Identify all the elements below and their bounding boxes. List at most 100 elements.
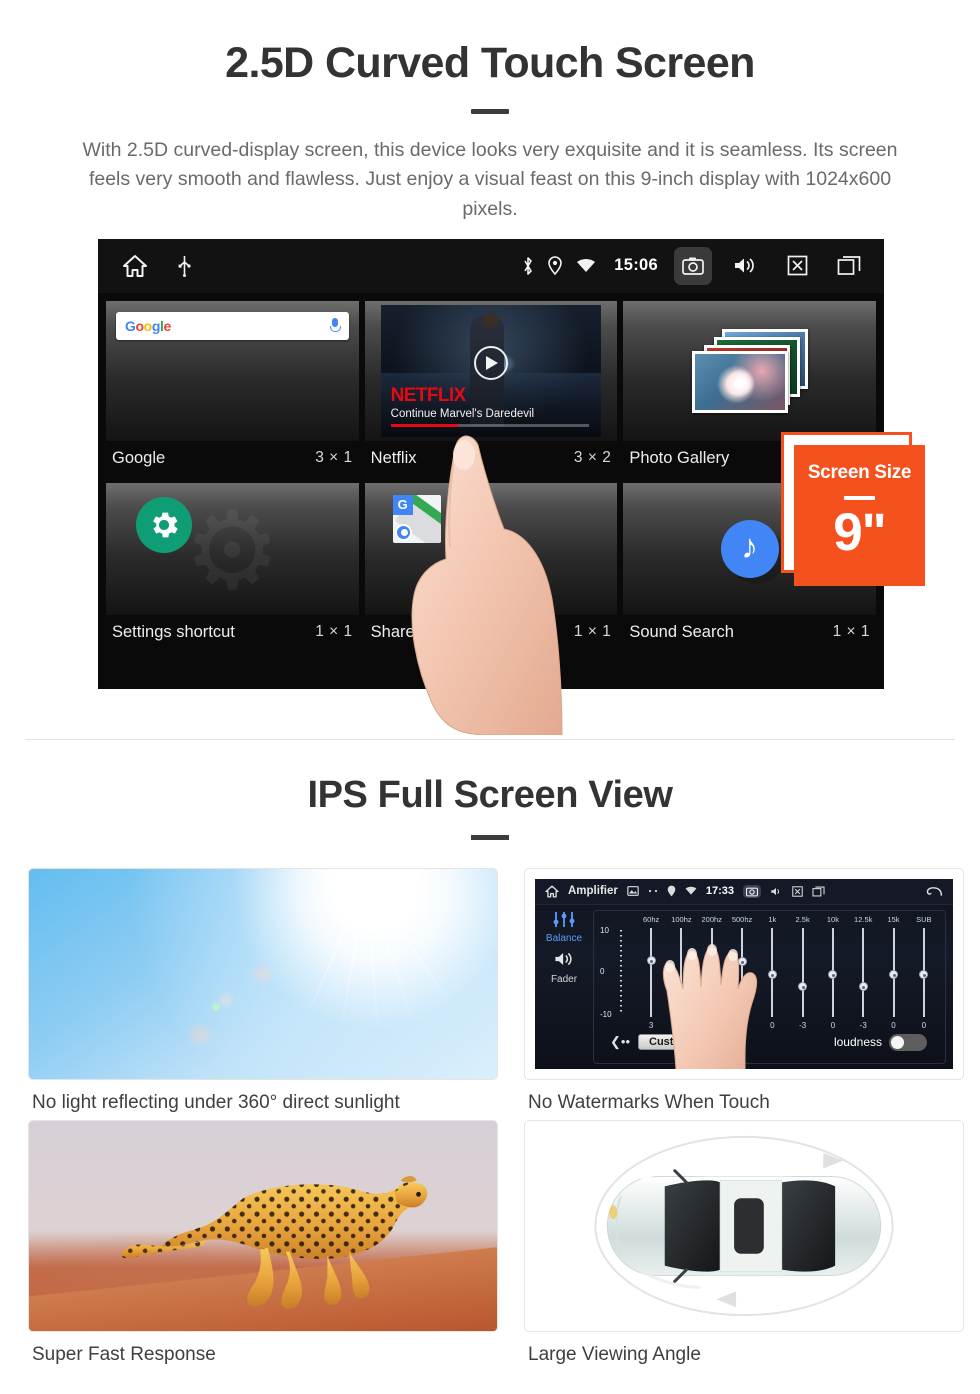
status-time: 15:06	[614, 256, 658, 275]
close-box-icon[interactable]	[778, 247, 816, 285]
touching-hand-illustration	[662, 943, 757, 1069]
loudness-toggle[interactable]	[889, 1033, 927, 1051]
camera-icon[interactable]	[674, 246, 712, 285]
lens-flare	[248, 961, 275, 987]
image-frame	[524, 1119, 964, 1332]
eq-ruler	[620, 929, 622, 1015]
photo-stack	[691, 328, 808, 413]
eq-slider-12.5k[interactable]	[848, 926, 878, 1019]
loudness-label: loudness	[833, 1035, 882, 1050]
eq-scale-label: -10	[600, 1009, 612, 1019]
photo-gallery-widget[interactable]	[623, 300, 876, 441]
sun-ray	[366, 880, 415, 1025]
widget-cell-google[interactable]: Google Google 3 × 1	[106, 300, 359, 477]
widget-size: 1 × 1	[315, 623, 353, 641]
google-g-mark: G	[392, 494, 413, 515]
eq-band-label: 12.5k	[854, 914, 873, 924]
amplifier-time: 17:33	[705, 885, 734, 898]
volume-icon[interactable]	[726, 247, 764, 285]
widget-name: Photo Gallery	[629, 448, 730, 467]
google-logo: Google	[125, 317, 171, 334]
running-cheetah	[29, 1120, 497, 1331]
netflix-progress-bar	[390, 424, 590, 427]
more-icon[interactable]	[648, 889, 658, 893]
badge-fill: Screen Size 9"	[794, 444, 925, 586]
page-indicator	[98, 675, 884, 679]
widget-name: Google	[112, 448, 166, 467]
page-dot[interactable]	[438, 675, 464, 679]
netflix-brand: NETFLIX	[390, 384, 467, 406]
settings-gear-icon[interactable]	[136, 496, 192, 553]
tile-caption: Super Fast Response	[32, 1343, 216, 1365]
play-icon[interactable]	[473, 345, 508, 380]
feature-tile-sunlight: No light reflecting under 360° direct su…	[28, 867, 498, 1114]
recent-apps-icon[interactable]	[830, 247, 868, 285]
map-pin-icon	[394, 523, 412, 541]
image-frame	[28, 867, 498, 1080]
eq-slider-15k[interactable]	[878, 926, 908, 1019]
back-arrow-icon[interactable]	[925, 886, 943, 897]
car-top-view-rotation	[525, 1120, 963, 1331]
blue-sky-sun-flare	[29, 868, 497, 1079]
widget-cell-share-location[interactable]: G Share location 1 × 1	[364, 482, 618, 651]
intro-description: With 2.5D curved-display screen, this de…	[82, 138, 898, 220]
eq-scale: 10 0 -10	[600, 926, 636, 1019]
speaker-icon[interactable]	[535, 950, 593, 973]
ips-full-screen-view-section: IPS Full Screen View No light reflecting…	[0, 740, 980, 1366]
recent-apps-icon[interactable]	[812, 886, 825, 897]
sun-ray	[305, 880, 368, 1019]
music-note-icon[interactable]: ♪	[720, 519, 779, 578]
badge-value: 9"	[833, 502, 887, 562]
feature-tile-viewing-angle: Large Viewing Angle	[524, 1119, 964, 1366]
widget-cell-netflix[interactable]: NETFLIX Continue Marvel's Daredevil Netf…	[364, 300, 618, 477]
google-search-bar[interactable]: Google	[116, 311, 349, 340]
settings-gear-widget[interactable]: ⚙	[106, 482, 359, 615]
image-frame	[28, 1119, 498, 1332]
widget-name: Netflix	[370, 448, 417, 467]
eq-band-label: 100hz	[671, 914, 692, 924]
sun-ray	[339, 881, 368, 1030]
page-dot-active[interactable]	[518, 675, 544, 679]
lens-flare	[183, 1024, 218, 1046]
volume-icon[interactable]	[770, 886, 783, 897]
google-maps-widget[interactable]: G	[364, 482, 618, 615]
wifi-icon	[685, 886, 697, 896]
sliders-icon[interactable]	[535, 911, 593, 933]
curved-touch-screen-section: 2.5D Curved Touch Screen With 2.5D curve…	[0, 0, 980, 740]
usb-icon[interactable]	[178, 255, 191, 277]
widget-cell-settings-shortcut[interactable]: ⚙ Settings shortcut 1 × 1	[106, 482, 359, 651]
eq-band-value: 0	[830, 1020, 836, 1030]
eq-slider-sub[interactable]	[909, 926, 939, 1019]
android-home-screen: 15:06 Google Google 3 × 1 NETFLIX Contin…	[98, 238, 884, 689]
eq-band-label: 2.5k	[795, 914, 810, 924]
balance-label[interactable]: Balance	[535, 933, 593, 944]
netflix-character-head	[483, 312, 499, 328]
close-box-icon[interactable]	[792, 885, 803, 897]
eq-slider-2.5k[interactable]	[787, 926, 817, 1019]
netflix-subtitle: Continue Marvel's Daredevil	[390, 407, 535, 420]
eq-band-value: -3	[859, 1020, 867, 1030]
lens-flare-green	[211, 1003, 220, 1011]
back-arrow-icon[interactable]: ❮••	[610, 1034, 630, 1050]
widget-grid: Google Google 3 × 1 NETFLIX Continue Mar…	[98, 293, 884, 651]
netflix-widget[interactable]: NETFLIX Continue Marvel's Daredevil	[364, 300, 618, 441]
google-maps-icon[interactable]: G	[392, 494, 441, 543]
eq-band-label: 15k	[887, 914, 900, 924]
home-icon[interactable]	[122, 254, 148, 278]
title-underline	[471, 108, 509, 114]
tile-caption: Large Viewing Angle	[528, 1343, 701, 1365]
page-title: 2.5D Curved Touch Screen	[225, 39, 755, 87]
microphone-icon[interactable]	[330, 318, 342, 333]
fader-label[interactable]: Fader	[535, 974, 593, 985]
image-frame: Amplifier 17:33 Balance Fader 60hz 100hz…	[524, 867, 964, 1080]
image-icon[interactable]	[627, 886, 639, 897]
widget-size: 1 × 1	[832, 623, 870, 641]
page-dot[interactable]	[478, 675, 504, 679]
camera-icon[interactable]	[742, 884, 761, 898]
eq-band-label: 500hz	[731, 914, 753, 924]
google-search-bar-widget[interactable]: Google	[106, 300, 359, 441]
device-screen-wrapper: 15:06 Google Google 3 × 1 NETFLIX Contin…	[0, 238, 980, 739]
eq-slider-10k[interactable]	[818, 926, 848, 1019]
location-icon	[667, 885, 676, 897]
home-icon[interactable]	[545, 885, 559, 898]
